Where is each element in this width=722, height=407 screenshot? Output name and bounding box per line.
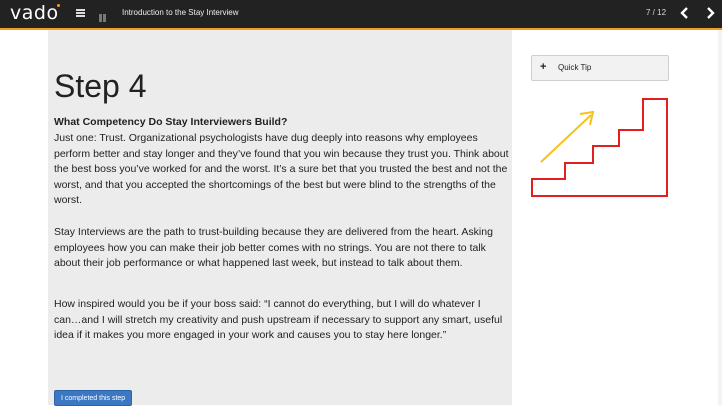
pause-icon[interactable] xyxy=(99,9,107,22)
logo-dot-icon xyxy=(56,4,60,7)
menu-icon[interactable] xyxy=(76,9,85,17)
arrow-shaft xyxy=(540,114,592,163)
top-bar: vado Introduction to the Stay Interview … xyxy=(0,0,722,30)
page-counter: 7 / 12 xyxy=(646,8,667,17)
vado-logo[interactable]: vado xyxy=(10,2,60,24)
stairs-outline xyxy=(531,98,668,197)
chevron-right-icon[interactable] xyxy=(705,7,715,19)
stairs-illustration xyxy=(531,98,668,197)
quick-tip-toggle[interactable]: + Quick Tip xyxy=(531,55,669,81)
scrollbar-track[interactable] xyxy=(718,30,722,405)
step-title: Step 4 xyxy=(54,68,147,104)
paragraph: Stay Interviews are the path to trust-bu… xyxy=(54,226,493,270)
paragraph: Just one: Trust. Organizational psycholo… xyxy=(54,132,509,207)
logo-o: o xyxy=(46,2,60,24)
section-heading: What Competency Do Stay Interviewers Bui… xyxy=(54,116,288,128)
plus-icon: + xyxy=(540,61,547,73)
step-content-panel: Step 4 What Competency Do Stay Interview… xyxy=(48,30,512,406)
paragraph: How inspired would you be if your boss s… xyxy=(54,298,503,342)
complete-step-button[interactable]: I completed this step xyxy=(54,390,133,406)
quick-tip-label: Quick Tip xyxy=(558,63,592,72)
course-title: Introduction to the Stay Interview xyxy=(122,8,239,17)
chevron-left-icon[interactable] xyxy=(680,7,690,19)
logo-text: vad xyxy=(10,2,47,24)
